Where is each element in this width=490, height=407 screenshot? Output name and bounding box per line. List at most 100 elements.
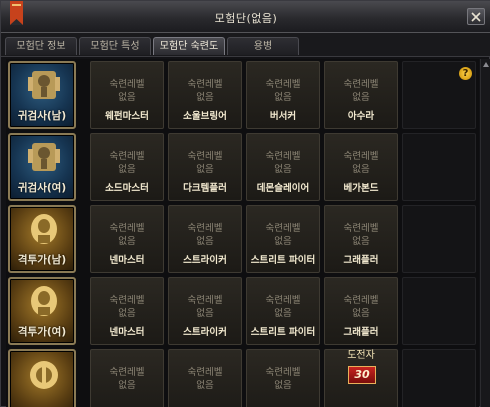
swordsman-emblem-icon [28, 71, 60, 99]
window-title: 모험단(없음) [214, 12, 278, 25]
empty-cell [402, 133, 476, 201]
challenger-label: 도전자 [347, 350, 375, 361]
proficiency-value: 없음 [118, 92, 136, 103]
proficiency-value: 없음 [274, 236, 292, 247]
proficiency-label: 숙련레벨 [187, 295, 223, 306]
subclass-cell[interactable]: 숙련레벨 없음 다크템플러 [168, 133, 242, 201]
subclass-cell[interactable]: 숙련레벨 없음 스트리트 파이터 [246, 277, 320, 345]
subclass-name: 스트라이커 [183, 327, 227, 338]
proficiency-label: 숙련레벨 [187, 367, 223, 378]
subclass-name: 넨마스터 [109, 255, 145, 266]
subclass-cell[interactable]: 숙련레벨 없음 넨마스터 [90, 277, 164, 345]
subclass-name: 그래플러 [343, 255, 379, 266]
proficiency-label: 숙련레벨 [187, 79, 223, 90]
tab-mercenary[interactable]: 용병 [227, 37, 299, 55]
subclass-cell[interactable]: 숙련레벨 없음 넨마스터 [90, 205, 164, 273]
class-portrait[interactable]: 격투가(여) [8, 277, 76, 345]
proficiency-value: 없음 [274, 92, 292, 103]
close-button[interactable] [467, 8, 485, 25]
fighter-emblem-icon [31, 286, 57, 316]
proficiency-label: 숙련레벨 [265, 151, 301, 162]
proficiency-label: 숙련레벨 [265, 79, 301, 90]
scrollbar[interactable] [480, 59, 490, 407]
proficiency-value: 없음 [118, 308, 136, 319]
proficiency-label: 숙련레벨 [265, 223, 301, 234]
proficiency-label: 숙련레벨 [187, 223, 223, 234]
subclass-cell[interactable]: 숙련레벨 없음 버서커 [246, 61, 320, 129]
proficiency-value: 없음 [118, 380, 136, 391]
help-icon[interactable]: ? [459, 67, 472, 80]
proficiency-label: 숙련레벨 [109, 79, 145, 90]
swordsman-emblem-icon [28, 143, 60, 171]
adventure-team-window: 모험단(없음) 모험단 정보 모험단 특성 모험단 숙련도 용병 귀검사(남) … [0, 0, 490, 407]
class-portrait[interactable]: 격투가(남) [8, 205, 76, 273]
proficiency-value: 없음 [196, 308, 214, 319]
class-row: 귀검사(여) 숙련레벨 없음 소드마스터 숙련레벨 없음 다크템플러 숙련레벨 … [6, 131, 479, 203]
proficiency-label: 숙련레벨 [109, 223, 145, 234]
gunner-emblem-icon [30, 361, 58, 389]
proficiency-label: 숙련레벨 [109, 151, 145, 162]
subclass-cell[interactable]: 숙련레벨 없음 소드마스터 [90, 133, 164, 201]
subclass-cell[interactable]: 숙련레벨 없음 [90, 349, 164, 407]
tab-team-traits[interactable]: 모험단 특성 [79, 37, 151, 55]
class-name: 귀검사(남) [17, 110, 67, 122]
class-portrait[interactable]: 귀검사(남) [8, 61, 76, 129]
subclass-name: 넨마스터 [109, 327, 145, 338]
class-row: 격투가(남) 숙련레벨 없음 넨마스터 숙련레벨 없음 스트라이커 숙련레벨 없… [6, 203, 479, 275]
proficiency-label: 숙련레벨 [265, 295, 301, 306]
proficiency-value: 없음 [352, 92, 370, 103]
subclass-cell[interactable]: 숙련레벨 없음 [246, 349, 320, 407]
class-portrait[interactable] [8, 349, 76, 407]
class-portrait[interactable]: 귀검사(여) [8, 133, 76, 201]
subclass-cell[interactable]: 숙련레벨 없음 데몬슬레이어 [246, 133, 320, 201]
challenger-cell[interactable]: 도전자 30 [324, 349, 398, 407]
subclass-cell[interactable]: 숙련레벨 없음 아수라 [324, 61, 398, 129]
scroll-up-icon[interactable] [482, 61, 490, 69]
proficiency-value: 없음 [196, 164, 214, 175]
proficiency-label: 숙련레벨 [109, 367, 145, 378]
proficiency-label: 숙련레벨 [343, 79, 379, 90]
subclass-cell[interactable]: 숙련레벨 없음 스트라이커 [168, 205, 242, 273]
proficiency-label: 숙련레벨 [343, 295, 379, 306]
proficiency-label: 숙련레벨 [343, 151, 379, 162]
proficiency-value: 없음 [352, 164, 370, 175]
proficiency-value: 없음 [274, 380, 292, 391]
class-name: 귀검사(여) [17, 182, 67, 194]
class-row: 귀검사(남) 숙련레벨 없음 웨펀마스터 숙련레벨 없음 소울브링어 숙련레벨 … [6, 59, 479, 131]
proficiency-value: 없음 [352, 308, 370, 319]
proficiency-label: 숙련레벨 [187, 151, 223, 162]
subclass-name: 소울브링어 [183, 111, 227, 122]
subclass-cell[interactable]: 숙련레벨 없음 소울브링어 [168, 61, 242, 129]
empty-cell [402, 205, 476, 273]
subclass-name: 스트리트 파이터 [250, 255, 316, 266]
title-bar[interactable]: 모험단(없음) [1, 1, 490, 33]
proficiency-value: 없음 [274, 308, 292, 319]
subclass-cell[interactable]: 숙련레벨 없음 그래플러 [324, 277, 398, 345]
empty-cell [402, 277, 476, 345]
proficiency-value: 없음 [196, 380, 214, 391]
subclass-cell[interactable]: 숙련레벨 없음 베가본드 [324, 133, 398, 201]
subclass-cell[interactable]: 숙련레벨 없음 웨펀마스터 [90, 61, 164, 129]
subclass-name: 베가본드 [343, 183, 379, 194]
subclass-cell[interactable]: 숙련레벨 없음 그래플러 [324, 205, 398, 273]
proficiency-value: 없음 [118, 236, 136, 247]
empty-cell [402, 349, 476, 407]
subclass-name: 다크템플러 [183, 183, 227, 194]
tab-team-proficiency[interactable]: 모험단 숙련도 [153, 37, 225, 55]
subclass-name: 소드마스터 [105, 183, 149, 194]
proficiency-value: 없음 [274, 164, 292, 175]
class-name: 격투가(남) [17, 254, 67, 266]
subclass-cell[interactable]: 숙련레벨 없음 스트라이커 [168, 277, 242, 345]
fighter-emblem-icon [31, 214, 57, 244]
subclass-name: 버서커 [269, 111, 297, 122]
proficiency-label: 숙련레벨 [265, 367, 301, 378]
proficiency-label: 숙련레벨 [109, 295, 145, 306]
subclass-cell[interactable]: 숙련레벨 없음 [168, 349, 242, 407]
proficiency-label: 숙련레벨 [343, 223, 379, 234]
subclass-cell[interactable]: 숙련레벨 없음 스트리트 파이터 [246, 205, 320, 273]
proficiency-value: 없음 [352, 236, 370, 247]
tab-bar: 모험단 정보 모험단 특성 모험단 숙련도 용병 [1, 33, 490, 57]
class-name: 격투가(여) [17, 326, 67, 338]
proficiency-grid: 귀검사(남) 숙련레벨 없음 웨펀마스터 숙련레벨 없음 소울브링어 숙련레벨 … [6, 59, 479, 407]
tab-team-info[interactable]: 모험단 정보 [5, 37, 77, 55]
